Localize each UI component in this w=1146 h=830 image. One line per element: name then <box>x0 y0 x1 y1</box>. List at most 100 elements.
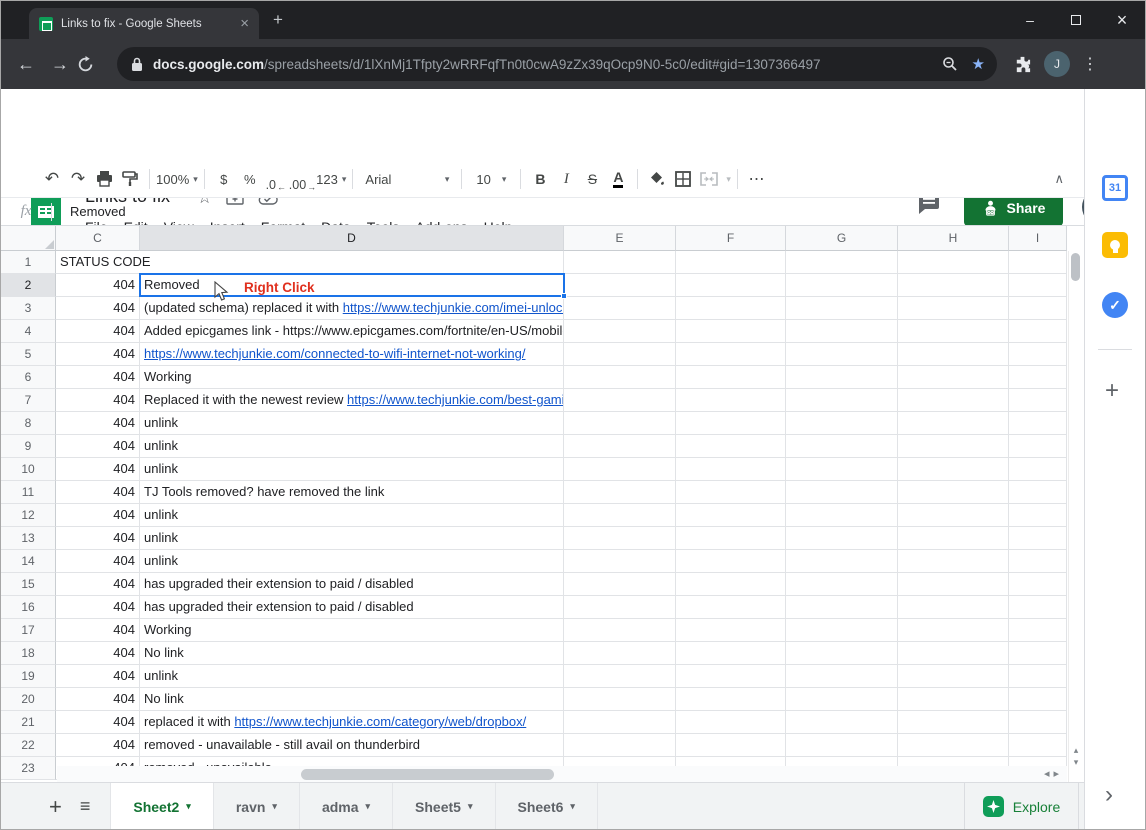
cell-I5[interactable] <box>1009 343 1067 366</box>
cell-I17[interactable] <box>1009 619 1067 642</box>
cell-I21[interactable] <box>1009 711 1067 734</box>
cell-F5[interactable] <box>676 343 786 366</box>
back-button[interactable]: ← <box>9 54 43 75</box>
row-header-14[interactable]: 14 <box>1 550 56 573</box>
cell-link[interactable]: https://www.techjunkie.com/connected-to-… <box>144 346 526 361</box>
cell-C17[interactable]: 404 <box>56 619 140 642</box>
more-formats-button[interactable]: 123▾ <box>316 166 346 192</box>
row-header-17[interactable]: 17 <box>1 619 56 642</box>
cell-D7[interactable]: Replaced it with the newest review https… <box>140 389 564 412</box>
cell-E16[interactable] <box>564 596 676 619</box>
extensions-icon[interactable] <box>1013 55 1032 74</box>
chevron-down-icon[interactable]: ▾ <box>726 174 731 185</box>
cell-G8[interactable] <box>786 412 898 435</box>
cell-I8[interactable] <box>1009 412 1067 435</box>
cell-I20[interactable] <box>1009 688 1067 711</box>
cell-D16[interactable]: has upgraded their extension to paid / d… <box>140 596 564 619</box>
italic-button[interactable]: I <box>553 166 579 192</box>
cell-G3[interactable] <box>786 297 898 320</box>
row-header-12[interactable]: 12 <box>1 504 56 527</box>
cell-F4[interactable] <box>676 320 786 343</box>
chevron-down-icon[interactable]: ▾ <box>186 801 191 812</box>
cell-I19[interactable] <box>1009 665 1067 688</box>
cell-F7[interactable] <box>676 389 786 412</box>
cell-I18[interactable] <box>1009 642 1067 665</box>
cell-E8[interactable] <box>564 412 676 435</box>
cell-C10[interactable]: 404 <box>56 458 140 481</box>
undo-icon[interactable]: ↶ <box>39 166 65 192</box>
cell-F12[interactable] <box>676 504 786 527</box>
cell-D13[interactable]: unlink <box>140 527 564 550</box>
cell-I15[interactable] <box>1009 573 1067 596</box>
row-header-22[interactable]: 22 <box>1 734 56 757</box>
cell-H18[interactable] <box>898 642 1009 665</box>
cell-F3[interactable] <box>676 297 786 320</box>
cell-D15[interactable]: has upgraded their extension to paid / d… <box>140 573 564 596</box>
cell-E22[interactable] <box>564 734 676 757</box>
cell-F19[interactable] <box>676 665 786 688</box>
cell-E13[interactable] <box>564 527 676 550</box>
cell-I3[interactable] <box>1009 297 1067 320</box>
cell-I14[interactable] <box>1009 550 1067 573</box>
cell-E3[interactable] <box>564 297 676 320</box>
cell-G7[interactable] <box>786 389 898 412</box>
sheet-tab-sheet5[interactable]: Sheet5▾ <box>393 783 495 830</box>
cell-F14[interactable] <box>676 550 786 573</box>
cell-C8[interactable]: 404 <box>56 412 140 435</box>
chevron-down-icon[interactable]: ▾ <box>366 801 371 812</box>
cell-D19[interactable]: unlink <box>140 665 564 688</box>
cell-C21[interactable]: 404 <box>56 711 140 734</box>
explore-button[interactable]: Explore <box>964 783 1079 830</box>
cell-C7[interactable]: 404 <box>56 389 140 412</box>
bookmark-star-icon[interactable]: ★ <box>972 55 985 73</box>
cell-G6[interactable] <box>786 366 898 389</box>
cell-E6[interactable] <box>564 366 676 389</box>
cell-C20[interactable]: 404 <box>56 688 140 711</box>
vertical-scrollbar[interactable]: ▴▾ <box>1068 251 1082 782</box>
cell-D21[interactable]: replaced it with https://www.techjunkie.… <box>140 711 564 734</box>
cell-D5[interactable]: https://www.techjunkie.com/connected-to-… <box>140 343 564 366</box>
decrease-decimal-button[interactable]: .0← <box>263 166 289 192</box>
increase-decimal-button[interactable]: .00→ <box>289 166 316 192</box>
cell-C22[interactable]: 404 <box>56 734 140 757</box>
cell-I7[interactable] <box>1009 389 1067 412</box>
cell-link[interactable]: https://www.techjunkie.com/best-gaming-d… <box>347 392 564 407</box>
row-header-20[interactable]: 20 <box>1 688 56 711</box>
tasks-icon[interactable]: ✓ <box>1102 292 1128 318</box>
cell-G15[interactable] <box>786 573 898 596</box>
cell-C6[interactable]: 404 <box>56 366 140 389</box>
cell-D12[interactable]: unlink <box>140 504 564 527</box>
zoom-select[interactable]: 100%▾ <box>156 166 198 192</box>
cell-C11[interactable]: 404 <box>56 481 140 504</box>
cell-D18[interactable]: No link <box>140 642 564 665</box>
cell-H5[interactable] <box>898 343 1009 366</box>
row-header-16[interactable]: 16 <box>1 596 56 619</box>
cell-G14[interactable] <box>786 550 898 573</box>
vertical-scrollbar-thumb[interactable] <box>1071 253 1080 281</box>
browser-profile-avatar[interactable]: J <box>1044 51 1070 77</box>
cell-D11[interactable]: TJ Tools removed? have removed the link <box>140 481 564 504</box>
strikethrough-button[interactable]: S <box>579 166 605 192</box>
cell-F6[interactable] <box>676 366 786 389</box>
cell-H11[interactable] <box>898 481 1009 504</box>
cell-I2[interactable] <box>1009 274 1067 297</box>
cell-F8[interactable] <box>676 412 786 435</box>
cell-G4[interactable] <box>786 320 898 343</box>
row-header-9[interactable]: 9 <box>1 435 56 458</box>
cell-G22[interactable] <box>786 734 898 757</box>
cell-E19[interactable] <box>564 665 676 688</box>
cell-C19[interactable]: 404 <box>56 665 140 688</box>
cell-F15[interactable] <box>676 573 786 596</box>
sheet-tab-ravn[interactable]: ravn▾ <box>214 783 300 830</box>
browser-menu-icon[interactable]: ⋮ <box>1082 54 1099 74</box>
cell-H4[interactable] <box>898 320 1009 343</box>
cell-F17[interactable] <box>676 619 786 642</box>
sheet-tab-adma[interactable]: adma▾ <box>300 783 393 830</box>
row-header-18[interactable]: 18 <box>1 642 56 665</box>
cell-H14[interactable] <box>898 550 1009 573</box>
chevron-down-icon[interactable]: ▾ <box>468 801 473 812</box>
cell-G17[interactable] <box>786 619 898 642</box>
cell-C1[interactable]: STATUS CODE <box>56 251 564 274</box>
cell-G1[interactable] <box>786 251 898 274</box>
cell-G18[interactable] <box>786 642 898 665</box>
